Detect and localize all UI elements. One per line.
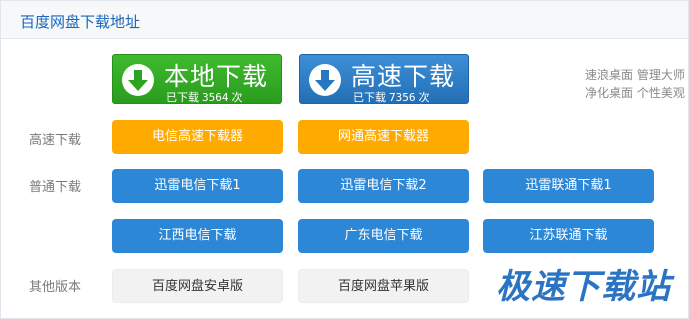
android-version-button[interactable]: 百度网盘安卓版	[112, 269, 283, 303]
site-watermark: 极速下载站	[496, 267, 671, 307]
thunder-telecom-1-button[interactable]: 迅雷电信下载1	[112, 169, 283, 203]
fast-download-title: 高速下载	[351, 62, 456, 91]
panel-title: 百度网盘下载地址	[20, 13, 141, 31]
row-label-normal: 普通下载	[29, 180, 82, 195]
local-download-title: 本地下载	[164, 62, 269, 91]
telecom-high-speed-button[interactable]: 电信高速下载器	[112, 120, 283, 154]
local-download-count: 已下载 3564 次	[166, 91, 243, 104]
jiangsu-unicom-button[interactable]: 江苏联通下载	[483, 219, 654, 253]
netcom-high-speed-button[interactable]: 网通高速下载器	[298, 120, 469, 154]
jiangxi-telecom-button[interactable]: 江西电信下载	[112, 219, 283, 253]
thunder-unicom-1-button[interactable]: 迅雷联通下载1	[483, 169, 654, 203]
side-link-1[interactable]: 速浪桌面 管理大师	[585, 66, 685, 83]
fast-download-button[interactable]: 高速下载 已下载 7356 次	[299, 54, 469, 104]
panel-header: 百度网盘下载地址	[1, 1, 688, 39]
row-label-other: 其他版本	[29, 280, 82, 295]
guangdong-telecom-button[interactable]: 广东电信下载	[298, 219, 469, 253]
download-panel: 百度网盘下载地址 本地下载 已下载 3564 次 高速下载 已下载 7356 次 速浪桌…	[0, 0, 689, 319]
download-arrow-icon	[309, 64, 341, 96]
side-link-2[interactable]: 净化桌面 个性美观	[585, 84, 685, 101]
fast-download-count: 已下载 7356 次	[353, 91, 430, 104]
download-arrow-icon	[122, 64, 154, 96]
row-label-high-speed: 高速下载	[29, 133, 82, 148]
ios-version-button[interactable]: 百度网盘苹果版	[298, 269, 469, 303]
local-download-button[interactable]: 本地下载 已下载 3564 次	[112, 54, 282, 104]
thunder-telecom-2-button[interactable]: 迅雷电信下载2	[298, 169, 469, 203]
